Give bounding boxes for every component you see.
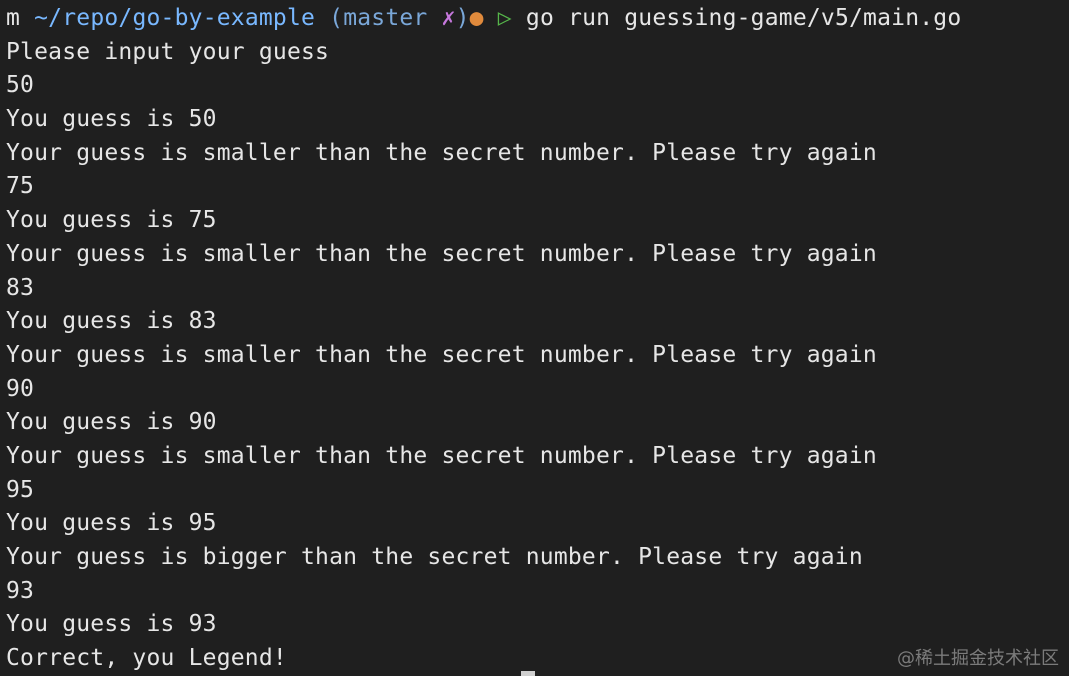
- status-dot-icon: ●: [469, 5, 484, 31]
- watermark: @稀土掘金技术社区: [897, 648, 1059, 669]
- prompt-arrow-icon: ▷: [497, 5, 512, 31]
- output-line: Please input your guess: [6, 38, 330, 65]
- command-text: go run guessing-game/v5/main.go: [525, 5, 962, 31]
- output-line: 93: [6, 577, 35, 604]
- output-line: Your guess is smaller than the secret nu…: [6, 139, 877, 166]
- output-line: You guess is 83: [6, 308, 217, 335]
- prompt-branch-close: ): [455, 5, 470, 31]
- prompt-branch: (master: [329, 5, 428, 31]
- output-line: You guess is 50: [6, 106, 217, 133]
- output-line: Your guess is smaller than the secret nu…: [6, 442, 877, 469]
- git-dirty-icon: ✗: [441, 5, 456, 31]
- prompt-line: m ~/repo/go-by-example (master ✗)● ▷ go …: [6, 2, 1069, 36]
- prompt-path: ~/repo/go-by-example: [34, 5, 316, 31]
- output-line: You guess is 93: [6, 611, 217, 638]
- output-line: 90: [6, 375, 35, 402]
- output-line: Your guess is smaller than the secret nu…: [6, 240, 877, 267]
- terminal-cursor: [521, 671, 535, 676]
- terminal-window[interactable]: m ~/repo/go-by-example (master ✗)● ▷ go …: [0, 0, 1069, 676]
- output-line: You guess is 95: [6, 510, 217, 537]
- output-line: Your guess is bigger than the secret num…: [6, 544, 863, 570]
- output-line: You guess is 75: [6, 207, 217, 234]
- output-line: Your guess is smaller than the secret nu…: [6, 341, 877, 368]
- output-line: 50: [6, 72, 35, 99]
- output-line: You guess is 90: [6, 409, 217, 436]
- output-line: 95: [6, 476, 35, 503]
- output-line: 75: [6, 173, 35, 200]
- prompt-user: m: [6, 5, 21, 31]
- output-line: 83: [6, 274, 35, 301]
